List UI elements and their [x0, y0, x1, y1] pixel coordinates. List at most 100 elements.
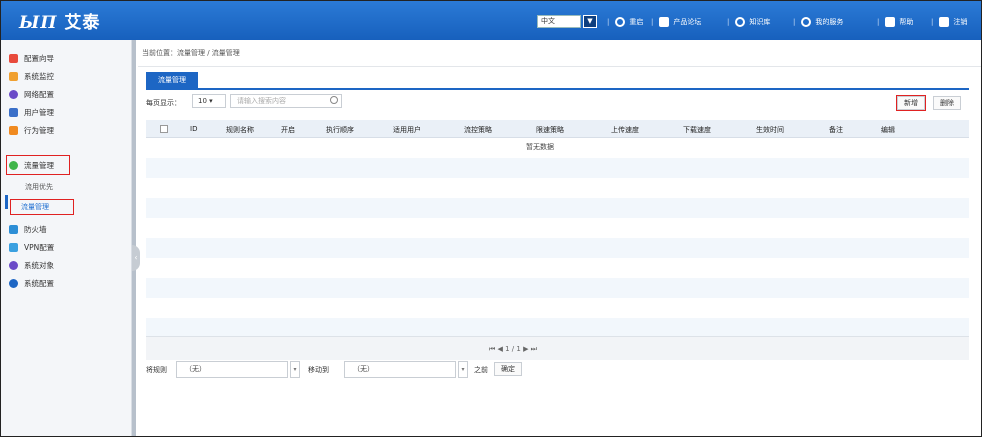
language-select[interactable]: 中文 [537, 15, 581, 28]
users-icon [9, 107, 18, 117]
objects-icon [9, 260, 18, 270]
divider [138, 66, 981, 67]
pagination: ⏮ ◀ 1 / 1 ▶ ⏭ [146, 336, 969, 360]
sidebar-item-label: 系统配置 [24, 278, 54, 288]
help-icon [885, 16, 896, 27]
nav-label: 产品论坛 [673, 17, 702, 26]
column-header[interactable]: 生效时间 [756, 125, 784, 135]
breadcrumb: 当前位置：流量管理 / 流量管理 [142, 49, 240, 57]
chevron-down-icon[interactable]: ▾ [290, 361, 300, 378]
pagination-controls[interactable]: ⏮ ◀ 1 / 1 ▶ ⏭ [489, 345, 537, 354]
nav-label: 注销 [953, 17, 968, 26]
flag-icon [9, 53, 18, 63]
sidebar-item-label: 防火墙 [24, 224, 47, 234]
new-button[interactable]: 新增 [896, 95, 926, 111]
nav-restart[interactable]: | 重启 [607, 15, 643, 28]
table-header: ID 规则名称 开启 执行顺序 适用用户 流控策略 限速策略 上传速度 下载速度… [146, 120, 969, 138]
nav-service[interactable]: | 我的服务 [793, 15, 843, 28]
traffic-icon [9, 160, 18, 170]
nav-logout[interactable]: | 注销 [931, 15, 967, 28]
search-icon[interactable] [330, 96, 338, 104]
knowledge-icon [735, 16, 746, 27]
sidebar-item-label: VPN配置 [24, 242, 55, 252]
nav-label: 帮助 [899, 17, 914, 26]
sidebar-item-system[interactable]: 系统配置 [9, 274, 127, 292]
sidebar-item-label: 系统对象 [24, 260, 54, 270]
hand-icon [9, 125, 18, 135]
nav-label: 我的服务 [815, 17, 844, 26]
move-target-select[interactable]: （无） [344, 361, 456, 378]
column-header[interactable]: ID [190, 125, 197, 133]
chevron-down-icon[interactable]: ▼ [583, 15, 597, 28]
column-header[interactable]: 执行顺序 [326, 125, 354, 135]
shield-icon [9, 224, 18, 234]
table-row [146, 158, 969, 178]
forum-icon [659, 16, 670, 27]
chevron-down-icon[interactable]: ▾ [458, 361, 468, 378]
logout-icon [939, 16, 950, 27]
table-row [146, 318, 969, 336]
confirm-button[interactable]: 确定 [494, 362, 522, 376]
main-content: 当前位置：流量管理 / 流量管理 流量管理 每页显示： 10 ▾ 请输入搜索内容… [138, 40, 981, 436]
sidebar-item-traffic[interactable]: 流量管理 [6, 155, 70, 175]
select-all-checkbox[interactable] [160, 125, 168, 133]
sidebar-item-label: 配置向导 [24, 53, 54, 63]
table-row [146, 278, 969, 298]
column-header[interactable]: 下载速度 [683, 125, 711, 135]
sidebar-item-label: 网络配置 [24, 89, 54, 99]
sidebar-item-firewall[interactable]: 防火墙 [9, 220, 127, 238]
logo-mark: ЫΠ [19, 13, 58, 33]
column-header[interactable]: 编辑 [881, 125, 895, 135]
per-page-select[interactable]: 10 ▾ [192, 94, 226, 108]
move-rule-select[interactable]: （无） [176, 361, 288, 378]
sidebar-item-label: 流量管理 [24, 160, 54, 170]
sidebar-item-users[interactable]: 用户管理 [9, 103, 127, 121]
app-window: ЫΠ 艾泰 中文 ▼ | 重启 | 产品论坛 | 知识库 | 我的服务 | 帮助 [0, 0, 982, 437]
nav-forum[interactable]: | 产品论坛 [651, 15, 701, 28]
tab-traffic-manage[interactable]: 流量管理 [146, 72, 198, 88]
separator: | [651, 17, 654, 26]
sidebar-item-label: 流用优先 [25, 183, 53, 191]
sidebar-item-label: 行为管理 [24, 125, 54, 135]
logo-text: 艾泰 [64, 13, 101, 33]
nav-label: 知识库 [749, 17, 771, 26]
column-header[interactable]: 上传速度 [611, 125, 639, 135]
sidebar-subitem-priority[interactable]: 流用优先 [15, 180, 127, 194]
move-to-label: 移动到 [308, 366, 329, 374]
column-header[interactable]: 备注 [829, 125, 843, 135]
delete-button[interactable]: 删除 [933, 96, 961, 110]
empty-message: 暂无数据 [526, 143, 554, 151]
tab-underline [146, 88, 969, 90]
separator: | [607, 17, 610, 26]
sidebar-item-vpn[interactable]: VPN配置 [9, 238, 127, 256]
table-row [146, 198, 969, 218]
sidebar-item-network[interactable]: 网络配置 [9, 85, 127, 103]
column-header[interactable]: 限速策略 [536, 125, 564, 135]
sidebar-item-monitor[interactable]: 系统监控 [9, 67, 127, 85]
logo: ЫΠ 艾泰 [19, 8, 100, 33]
nav-knowledge[interactable]: | 知识库 [727, 15, 770, 28]
separator: | [727, 17, 730, 26]
top-bar: ЫΠ 艾泰 中文 ▼ | 重启 | 产品论坛 | 知识库 | 我的服务 | 帮助 [1, 1, 981, 40]
sidebar: 配置向导 系统监控 网络配置 用户管理 行为管理 流量管理 流用优先 流量管理 [1, 40, 132, 436]
active-indicator [5, 195, 8, 209]
sidebar-item-label: 流量管理 [21, 203, 49, 211]
column-header[interactable]: 规则名称 [226, 125, 254, 135]
column-header[interactable]: 适用用户 [393, 125, 421, 135]
column-header[interactable]: 流控策略 [464, 125, 492, 135]
sidebar-divider [132, 40, 136, 436]
sidebar-subitem-traffic-manage[interactable]: 流量管理 [10, 199, 74, 215]
separator: | [877, 17, 880, 26]
sidebar-item-behavior[interactable]: 行为管理 [9, 121, 127, 139]
sidebar-item-objects[interactable]: 系统对象 [9, 256, 127, 274]
sidebar-item-label: 系统监控 [24, 71, 54, 81]
monitor-icon [9, 71, 18, 81]
column-header[interactable]: 开启 [281, 125, 295, 135]
nav-label: 重启 [629, 17, 644, 26]
search-input[interactable]: 请输入搜索内容 [230, 94, 342, 108]
separator: | [931, 17, 934, 26]
service-icon [801, 16, 812, 27]
sidebar-item-label: 用户管理 [24, 107, 54, 117]
sidebar-item-wizard[interactable]: 配置向导 [9, 49, 127, 67]
nav-help[interactable]: | 帮助 [877, 15, 913, 28]
